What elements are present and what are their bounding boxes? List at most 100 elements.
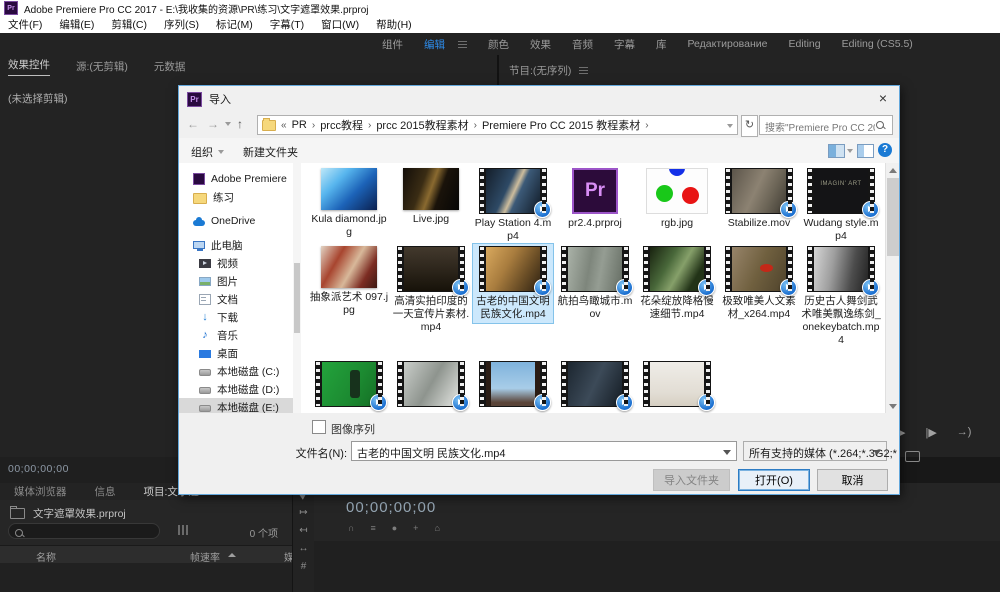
sidebar-item-videos[interactable]: 视频 [179, 254, 293, 272]
list-view-icon[interactable] [178, 525, 190, 535]
sidebar-item-adobe-premiere[interactable]: Adobe Premiere [179, 170, 293, 188]
file-item[interactable]: IMAGIN' ART Wudang style.mp4 [801, 166, 881, 245]
view-mode-dropdown-icon[interactable] [847, 149, 853, 153]
column-name[interactable]: 名称 [36, 549, 56, 564]
export-frame-button[interactable]: →) [957, 426, 972, 439]
workspace-tab-editing-cs55[interactable]: Editing (CS5.5) [842, 38, 913, 50]
file-item[interactable]: 抽象派艺术 097.jpg [309, 244, 389, 319]
sidebar-item-desktop[interactable]: 桌面 [179, 344, 293, 362]
video-thumbnail[interactable] [725, 246, 793, 292]
sidebar-scrollbar[interactable] [293, 163, 301, 413]
scrollbar-thumb[interactable] [887, 178, 899, 256]
tab-source-monitor[interactable]: 源:(无剪辑) [76, 59, 128, 74]
search-icon[interactable] [876, 121, 884, 129]
file-item[interactable]: Pr pr2.4.prproj [555, 166, 635, 232]
workspace-tab-color[interactable]: 颜色 [488, 37, 509, 52]
scroll-up-arrow[interactable] [886, 163, 899, 177]
menu-sequence[interactable]: 序列(S) [164, 17, 199, 32]
forward-button[interactable]: → [207, 117, 219, 131]
video-thumbnail[interactable] [479, 246, 547, 292]
image-thumbnail[interactable] [403, 168, 459, 210]
address-dropdown-icon[interactable] [727, 124, 733, 128]
sidebar-item-disk-e[interactable]: 本地磁盘 (E:) [179, 398, 293, 413]
tab-metadata[interactable]: 元数据 [154, 59, 186, 74]
file-item[interactable]: Play Station 4.mp4 [473, 166, 553, 245]
breadcrumb-segment-prcc[interactable]: prcc教程 [320, 117, 363, 133]
workspace-tab-redaktirovanie[interactable]: Редактирование [688, 38, 768, 50]
snap-icon[interactable]: ∩ [348, 523, 354, 533]
image-thumbnail[interactable] [321, 168, 377, 210]
sidebar-item-pictures[interactable]: 图片 [179, 272, 293, 290]
open-button[interactable]: 打开(O) [738, 469, 810, 491]
dialog-close-button[interactable]: × [867, 86, 899, 110]
menu-help[interactable]: 帮助(H) [376, 17, 412, 32]
video-thumbnail[interactable] [397, 246, 465, 292]
workspace-tab-editing-active[interactable]: 编辑 [424, 37, 445, 52]
tab-info[interactable]: 信息 [81, 484, 130, 499]
file-item[interactable]: rgb.jpg [637, 166, 717, 232]
file-item[interactable] [555, 359, 635, 409]
video-thumbnail[interactable] [479, 168, 547, 214]
menu-marker[interactable]: 标记(M) [216, 17, 253, 32]
scrollbar-thumb[interactable] [294, 263, 300, 333]
sidebar-item-disk-c[interactable]: 本地磁盘 (C:) [179, 362, 293, 380]
slip-tool-icon[interactable]: ↔ [299, 543, 309, 554]
filename-combobox[interactable]: 古老的中国文明 民族文化.mp4 [351, 441, 737, 461]
add-marker-icon[interactable]: ● [392, 523, 397, 533]
menu-title[interactable]: 字幕(T) [270, 17, 304, 32]
breadcrumb-segment-2015[interactable]: prcc 2015教程素材 [376, 117, 468, 133]
file-item[interactable]: 历史古人舞剑武术唯美飘逸练剑_onekeybatch.mp4 [801, 244, 881, 349]
file-item[interactable]: Kula diamond.jpg [309, 166, 389, 241]
image-thumbnail[interactable] [646, 168, 708, 214]
breadcrumb-segment-pr[interactable]: PR [292, 119, 307, 131]
cancel-button[interactable]: 取消 [817, 469, 888, 491]
preview-pane-icon[interactable] [857, 144, 874, 158]
column-framerate[interactable]: 帧速率 [190, 549, 220, 564]
new-folder-button[interactable]: 新建文件夹 [243, 144, 298, 160]
file-item[interactable]: 极致唯美人文素材_x264.mp4 [719, 244, 799, 323]
file-item[interactable]: 航拍鸟瞰城市.mov [555, 244, 635, 323]
video-thumbnail[interactable] [643, 246, 711, 292]
sidebar-item-music[interactable]: ♪音乐 [179, 326, 293, 344]
file-item[interactable] [391, 359, 471, 409]
video-thumbnail[interactable] [315, 361, 383, 407]
tab-effect-controls[interactable]: 效果控件 [8, 57, 50, 76]
help-icon[interactable]: ? [878, 143, 892, 157]
file-item[interactable] [637, 359, 717, 409]
recent-locations-icon[interactable] [225, 122, 231, 126]
ripple-edit-tool-icon[interactable]: ↤ [299, 525, 307, 536]
video-thumbnail[interactable] [397, 361, 465, 407]
sidebar-item-onedrive[interactable]: OneDrive [179, 212, 293, 230]
sidebar-item-documents[interactable]: 文档 [179, 290, 293, 308]
sidebar-item-this-pc[interactable]: 此电脑 [179, 236, 293, 254]
video-thumbnail[interactable] [561, 246, 629, 292]
video-thumbnail[interactable]: IMAGIN' ART [807, 168, 875, 214]
organize-button[interactable]: 组织 [191, 144, 224, 160]
video-thumbnail[interactable] [643, 361, 711, 407]
file-item[interactable]: 高清实拍印度的一天宣传片素材.mp4 [391, 244, 471, 336]
menu-file[interactable]: 文件(F) [8, 17, 42, 32]
sidebar-item-downloads[interactable]: ↓下载 [179, 308, 293, 326]
track-select-tool-icon[interactable]: ↦ [299, 507, 307, 518]
tab-media-browser[interactable]: 媒体浏览器 [0, 484, 81, 499]
image-sequence-checkbox[interactable] [312, 420, 326, 434]
workspace-tab-audio[interactable]: 音频 [572, 37, 593, 52]
timeline-tracks-empty[interactable] [314, 541, 1000, 592]
video-thumbnail[interactable] [725, 168, 793, 214]
workspace-tab-assembly[interactable]: 组件 [382, 37, 403, 52]
project-file-icon[interactable]: Pr [572, 168, 618, 214]
video-thumbnail[interactable] [807, 246, 875, 292]
sidebar-item-lianxi[interactable]: 练习 [179, 188, 293, 206]
linked-selection-icon[interactable]: ≡ [370, 523, 375, 533]
up-button[interactable]: ↑ [237, 117, 243, 131]
refresh-button[interactable]: ↻ [741, 115, 758, 137]
breadcrumb[interactable]: « PR › prcc教程 › prcc 2015教程素材 › Premiere… [257, 115, 738, 135]
file-item[interactable]: Stabilize.mov [719, 166, 799, 232]
file-item[interactable] [309, 359, 389, 409]
workspace-tab-effects[interactable]: 效果 [530, 37, 551, 52]
sidebar-item-disk-d[interactable]: 本地磁盘 (D:) [179, 380, 293, 398]
scroll-down-arrow[interactable] [886, 399, 899, 413]
razor-tool-icon[interactable]: # [301, 561, 307, 572]
back-button[interactable]: ← [187, 117, 199, 131]
file-item[interactable]: Live.jpg [391, 166, 471, 228]
